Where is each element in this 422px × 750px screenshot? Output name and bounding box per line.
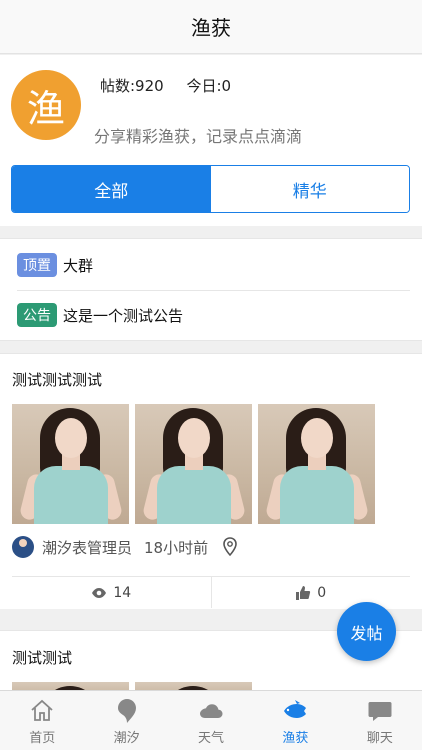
pinned-tag: 顶置 bbox=[17, 253, 57, 277]
views-count: 14 bbox=[113, 584, 132, 601]
eye-icon bbox=[92, 587, 107, 598]
cloud-icon bbox=[200, 704, 223, 718]
fish-icon bbox=[284, 700, 307, 718]
avatar[interactable] bbox=[12, 536, 34, 558]
tab-all[interactable]: 全部 bbox=[12, 166, 211, 212]
today-count: 今日:0 bbox=[186, 77, 232, 95]
post-meta: 潮汐表管理员 18小时前 bbox=[12, 536, 238, 558]
divider bbox=[17, 290, 410, 291]
page-title: 渔获 bbox=[191, 16, 231, 40]
post-image[interactable] bbox=[258, 404, 375, 524]
notice-text: 大群 bbox=[63, 256, 94, 275]
announcement-tag: 公告 bbox=[17, 303, 57, 327]
post-image[interactable] bbox=[12, 404, 129, 524]
top-bar: 渔获 bbox=[0, 0, 422, 54]
tab-label: 渔获 bbox=[282, 731, 309, 746]
tab-tide[interactable]: 潮汐 bbox=[84, 691, 168, 750]
notice-text: 这是一个测试公告 bbox=[63, 306, 184, 325]
post-card[interactable]: 测试测试测试 潮汐表管理员 18小时前 14 0 bbox=[0, 353, 422, 609]
tab-featured[interactable]: 精华 bbox=[210, 166, 409, 212]
home-icon bbox=[31, 699, 53, 721]
author-name[interactable]: 潮汐表管理员 bbox=[42, 537, 132, 558]
post-time: 18小时前 bbox=[144, 538, 209, 557]
tab-label: 聊天 bbox=[366, 731, 393, 746]
tab-weather[interactable]: 天气 bbox=[169, 691, 253, 750]
thumbs-up-icon bbox=[296, 585, 311, 600]
like-button[interactable]: 0 bbox=[212, 577, 411, 608]
notice-pinned[interactable]: 顶置 大群 bbox=[17, 253, 93, 277]
post-actions: 14 0 bbox=[12, 576, 410, 608]
notice-announcement[interactable]: 公告 这是一个测试公告 bbox=[17, 303, 183, 327]
filter-segment: 全部 精华 bbox=[11, 165, 410, 213]
chat-icon bbox=[368, 702, 392, 721]
forum-stats: 帖数:920 今日:0 bbox=[100, 75, 249, 96]
post-title: 测试测试 bbox=[12, 649, 73, 667]
forum-description: 分享精彩渔获，记录点点滴滴 bbox=[94, 127, 303, 146]
likes-count: 0 bbox=[317, 584, 327, 601]
drop-icon bbox=[117, 699, 136, 723]
tab-home[interactable]: 首页 bbox=[0, 691, 84, 750]
post-count: 帖数:920 bbox=[100, 77, 164, 95]
location-pin-icon bbox=[222, 537, 238, 557]
tab-label: 潮汐 bbox=[113, 731, 140, 746]
forum-info-card: 渔 帖数:920 今日:0 分享精彩渔获，记录点点滴滴 全部 精华 bbox=[0, 55, 422, 226]
post-title: 测试测试测试 bbox=[12, 371, 103, 389]
forum-logo: 渔 bbox=[11, 70, 81, 140]
new-post-button[interactable]: 发帖 bbox=[337, 602, 396, 661]
forum-logo-text: 渔 bbox=[26, 86, 65, 131]
new-post-label: 发帖 bbox=[350, 623, 383, 643]
post-image[interactable] bbox=[135, 404, 252, 524]
tab-catch[interactable]: 渔获 bbox=[253, 691, 337, 750]
views-counter: 14 bbox=[12, 577, 212, 608]
tab-label: 天气 bbox=[198, 731, 225, 746]
bottom-tab-bar: 首页 潮汐 天气 渔获 聊天 bbox=[0, 690, 422, 750]
app-screen: 渔获 渔 帖数:920 今日:0 分享精彩渔获，记录点点滴滴 全部 精华 顶置 … bbox=[0, 0, 422, 750]
notice-list: 顶置 大群 公告 这是一个测试公告 bbox=[0, 238, 422, 341]
post-images bbox=[12, 404, 375, 524]
tab-chat[interactable]: 聊天 bbox=[338, 691, 422, 750]
tab-label: 首页 bbox=[29, 731, 56, 746]
